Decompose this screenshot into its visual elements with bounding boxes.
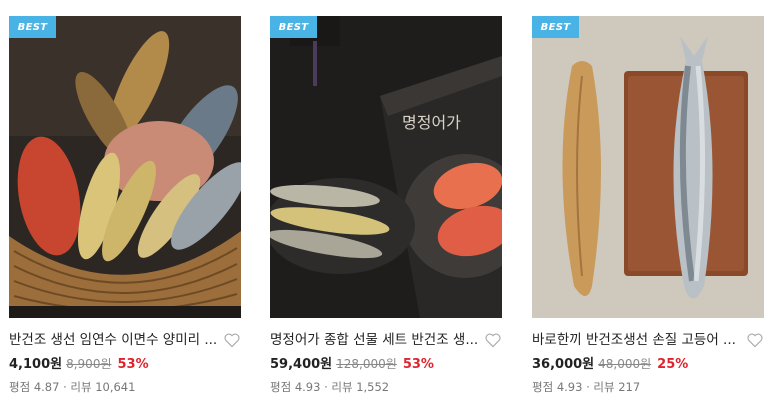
review-count: 리뷰 10,641 bbox=[70, 380, 136, 394]
rating: 평점 4.87 bbox=[9, 380, 60, 394]
rating: 평점 4.93 bbox=[270, 380, 321, 394]
review-count: 리뷰 1,552 bbox=[331, 380, 390, 394]
best-badge: BEST bbox=[9, 16, 56, 38]
best-badge: BEST bbox=[270, 16, 317, 38]
heart-icon[interactable] bbox=[223, 332, 241, 348]
original-price: 48,000원 bbox=[598, 357, 652, 371]
dried-fish-basket-image bbox=[9, 16, 241, 318]
sale-price: 36,000원 bbox=[532, 357, 595, 372]
discount-rate: 53% bbox=[117, 357, 149, 372]
product-image[interactable]: BEST bbox=[532, 16, 764, 318]
separator: · bbox=[63, 380, 67, 394]
mackerel-board-image bbox=[532, 16, 764, 318]
product-image[interactable]: 명정어가 BEST bbox=[270, 16, 502, 318]
gift-set-fish-image: 명정어가 bbox=[270, 16, 502, 318]
rating: 평점 4.93 bbox=[532, 380, 583, 394]
original-price: 128,000원 bbox=[336, 357, 397, 371]
product-grid: BEST 반건조 생선 임연수 이면수 양미리 ... 4,100원 8,900원… bbox=[0, 0, 779, 412]
product-image[interactable]: BEST bbox=[9, 16, 241, 318]
product-title[interactable]: 바로한끼 반건조생선 손질 고등어 ... bbox=[532, 330, 744, 350]
original-price: 8,900원 bbox=[66, 357, 112, 371]
review-count: 리뷰 217 bbox=[593, 380, 641, 394]
product-card[interactable]: BEST 바로한끼 반건조생선 손질 고등어 ... 36,000원 48,000… bbox=[532, 0, 764, 395]
product-title[interactable]: 명정어가 종합 선물 세트 반건조 생... bbox=[270, 330, 482, 350]
sale-price: 4,100원 bbox=[9, 357, 63, 372]
product-card[interactable]: BEST 반건조 생선 임연수 이면수 양미리 ... 4,100원 8,900원… bbox=[9, 0, 241, 395]
discount-rate: 53% bbox=[402, 357, 434, 372]
heart-icon[interactable] bbox=[746, 332, 764, 348]
heart-icon[interactable] bbox=[484, 332, 502, 348]
best-badge: BEST bbox=[532, 16, 579, 38]
package-text: 명정어가 bbox=[402, 113, 461, 132]
product-title[interactable]: 반건조 생선 임연수 이면수 양미리 ... bbox=[9, 330, 221, 350]
sale-price: 59,400원 bbox=[270, 357, 333, 372]
separator: · bbox=[586, 380, 590, 394]
discount-rate: 25% bbox=[657, 357, 689, 372]
product-card[interactable]: 명정어가 BEST 명정어가 종합 선물 세트 반건조 생... 59,400원… bbox=[270, 0, 502, 395]
separator: · bbox=[324, 380, 328, 394]
